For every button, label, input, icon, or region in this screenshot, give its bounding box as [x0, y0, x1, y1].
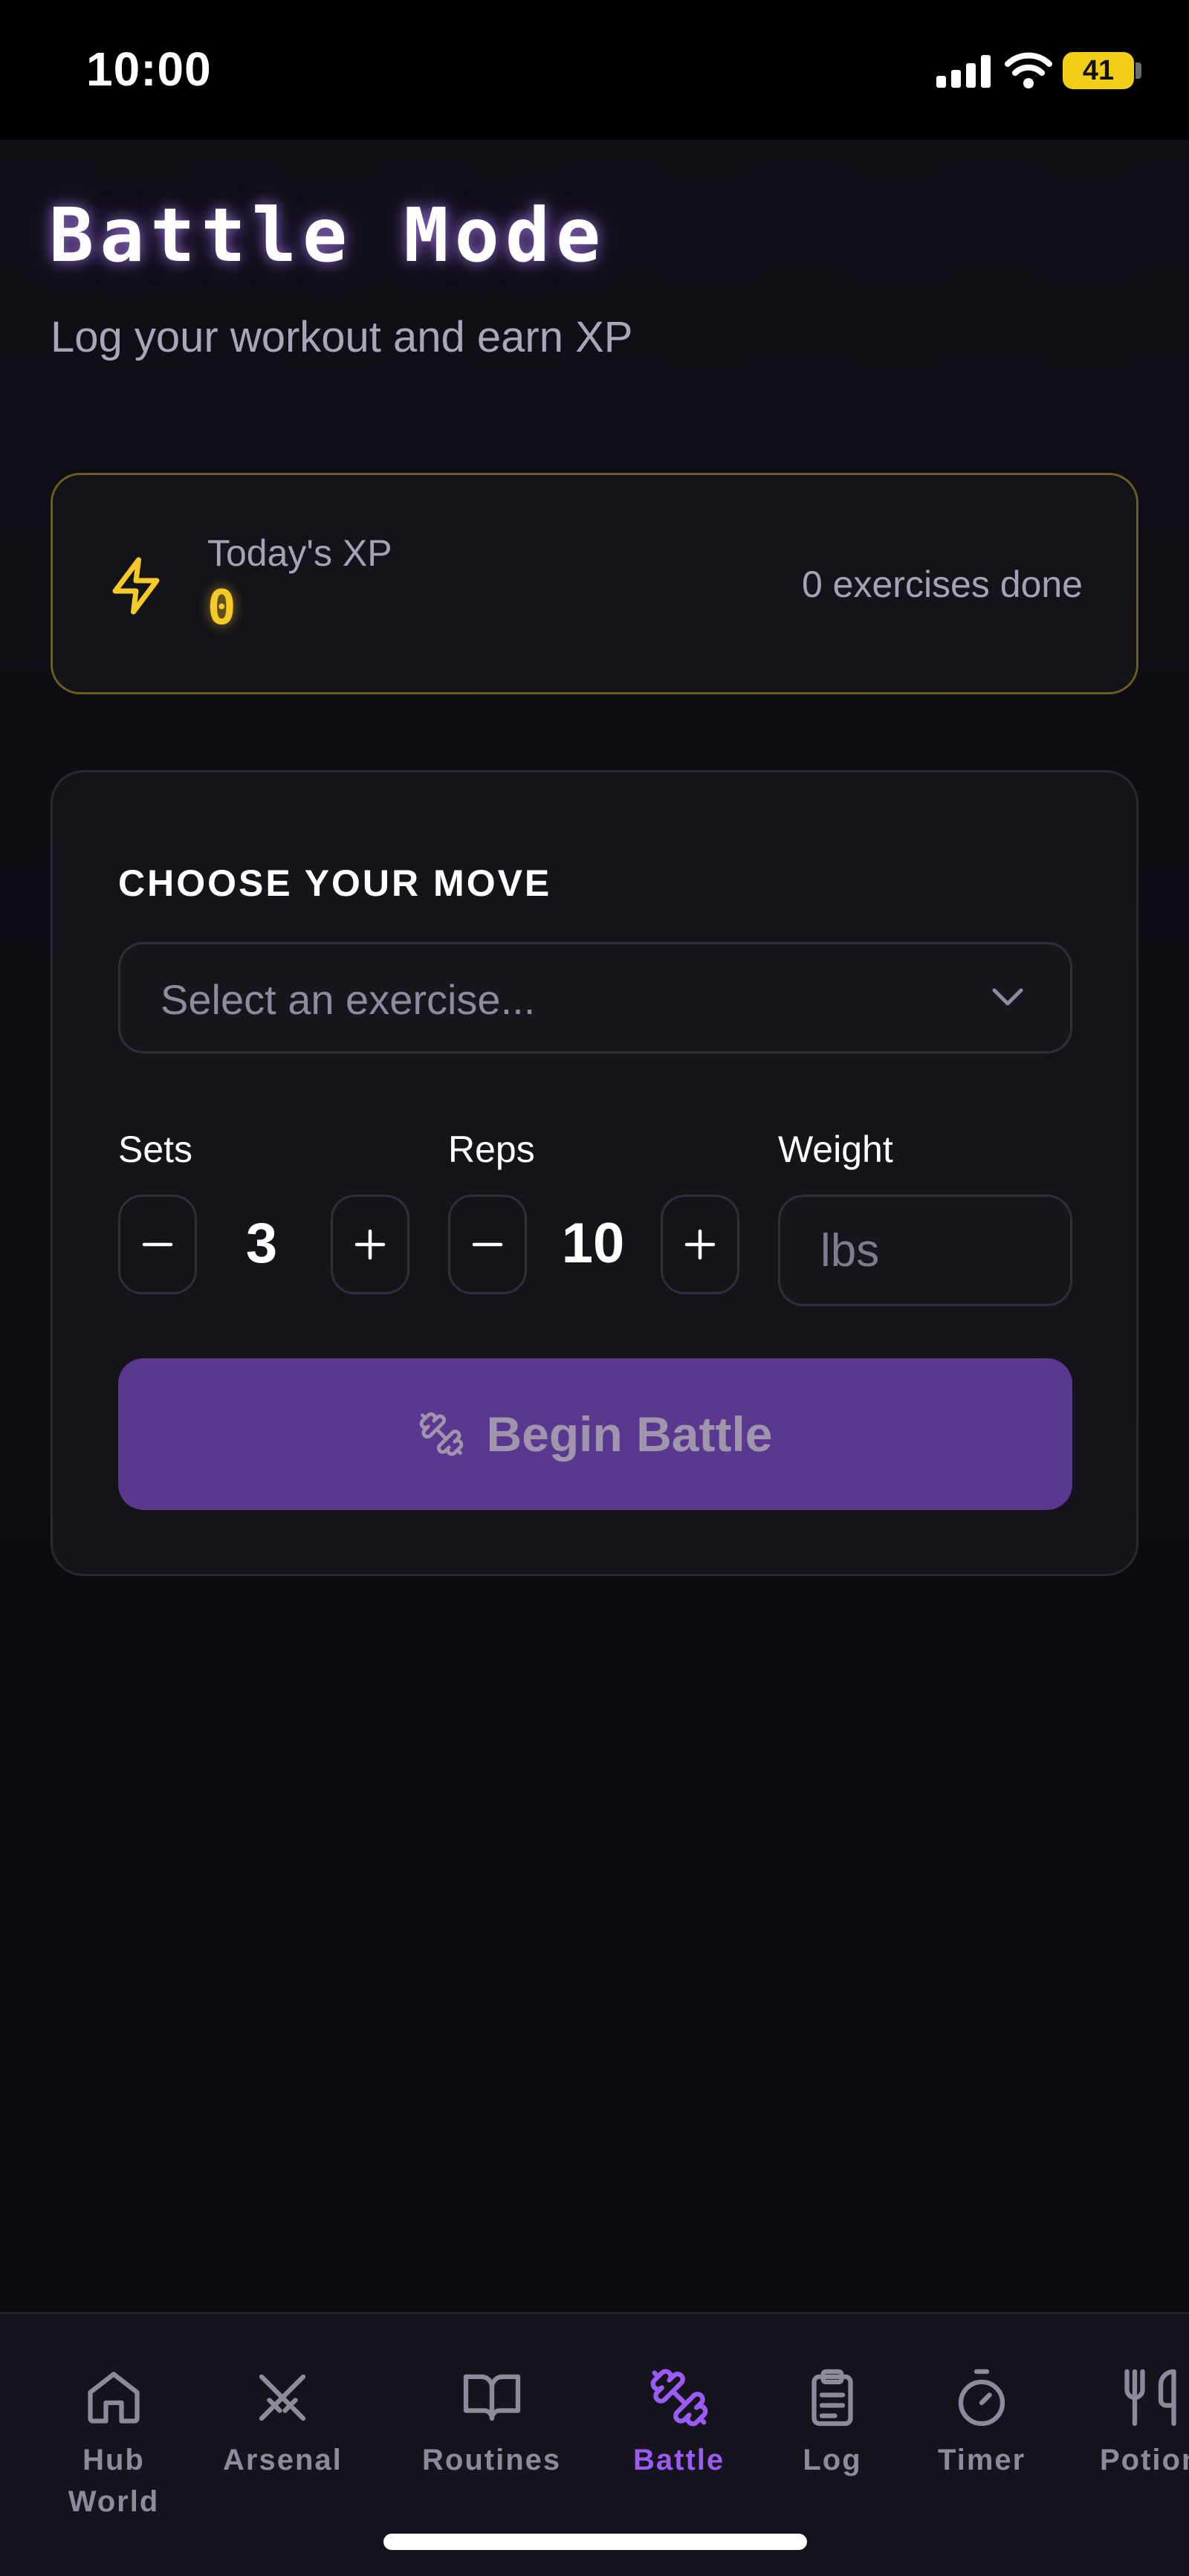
battery-cap: [1135, 62, 1141, 79]
plus-icon: [684, 1229, 716, 1260]
sets-decrement-button[interactable]: [118, 1195, 197, 1294]
nav-label-potion: Potion: [1100, 2444, 1189, 2476]
nav-item-arsenal[interactable]: Arsenal: [223, 2366, 343, 2481]
reps-increment-button[interactable]: [661, 1195, 739, 1294]
fork-knife-icon: [1124, 2369, 1176, 2427]
nav-item-potion[interactable]: Potion: [1100, 2366, 1189, 2481]
reps-value: 10: [561, 1212, 625, 1275]
cellular-signal-icon: [936, 55, 991, 88]
begin-battle-label: Begin Battle: [486, 1407, 773, 1462]
nav-label-hub-world: Hub World: [68, 2444, 160, 2518]
sets-label: Sets: [118, 1129, 193, 1170]
wifi-icon: [1005, 52, 1052, 88]
choose-move-card: CHOOSE YOUR MOVE Select an exercise... S…: [51, 770, 1138, 1576]
status-time: 10:00: [86, 42, 212, 96]
weight-label: Weight: [778, 1129, 893, 1170]
nav-label-battle: Battle: [633, 2444, 725, 2476]
xp-label: Today's XP: [207, 532, 392, 574]
exercises-done-count: 0 exercises done: [801, 564, 1083, 605]
sets-value: 3: [245, 1212, 278, 1275]
dumbbell-icon: [650, 2369, 707, 2427]
battery-indicator: 41: [1063, 52, 1134, 89]
page-title: Battle Mode: [49, 192, 607, 279]
battle-mode-screen: 10:00 41 Battle Mode Log your workout an…: [0, 0, 1189, 2576]
nav-label-timer: Timer: [938, 2444, 1026, 2476]
exercise-select[interactable]: Select an exercise...: [118, 942, 1072, 1053]
stopwatch-icon: [958, 2369, 1005, 2427]
nav-item-battle[interactable]: Battle: [633, 2366, 725, 2481]
nav-label-routines: Routines: [422, 2444, 562, 2476]
sets-increment-button[interactable]: [331, 1195, 409, 1294]
lightning-icon: [112, 557, 160, 615]
xp-value: 0: [207, 581, 236, 636]
reps-decrement-button[interactable]: [448, 1195, 527, 1294]
nav-label-arsenal: Arsenal: [223, 2444, 343, 2476]
todays-xp-card: Today's XP 0 0 exercises done: [51, 473, 1138, 694]
home-icon: [88, 2372, 140, 2424]
chevron-down-icon: [992, 988, 1023, 1006]
dumbbell-icon: [420, 1412, 464, 1456]
nav-item-log[interactable]: Log: [801, 2366, 864, 2481]
exercise-select-placeholder: Select an exercise...: [161, 976, 536, 1023]
status-bar: 10:00 41: [0, 0, 1189, 140]
page-subtitle: Log your workout and earn XP: [51, 313, 633, 361]
nav-item-hub-world[interactable]: Hub World: [58, 2366, 169, 2522]
minus-icon: [472, 1242, 503, 1247]
weight-input[interactable]: [778, 1195, 1072, 1306]
home-indicator: [383, 2534, 807, 2550]
crossed-swords-icon: [259, 2374, 306, 2421]
clipboard-icon: [811, 2369, 853, 2427]
reps-label: Reps: [448, 1129, 535, 1170]
battery-level: 41: [1082, 54, 1115, 86]
plus-icon: [354, 1229, 386, 1260]
begin-battle-button[interactable]: Begin Battle: [118, 1358, 1072, 1510]
book-icon: [463, 2374, 520, 2421]
nav-item-timer[interactable]: Timer: [938, 2366, 1026, 2481]
nav-label-log: Log: [803, 2444, 862, 2476]
nav-item-routines[interactable]: Routines: [422, 2366, 561, 2481]
choose-move-heading: CHOOSE YOUR MOVE: [118, 862, 552, 904]
minus-icon: [142, 1242, 173, 1247]
